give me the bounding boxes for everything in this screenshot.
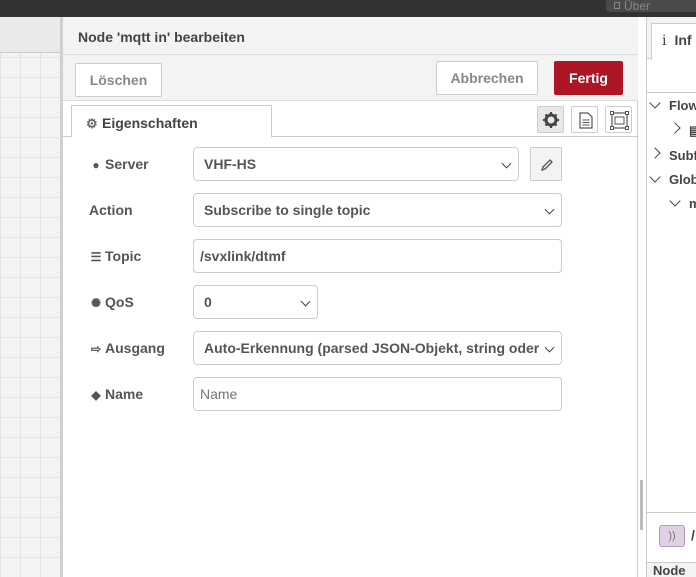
done-button[interactable]: Fertig [554,61,623,95]
sidebar-item-subflows[interactable]: Subf [649,147,696,163]
sidebar-tabs: i Inf [647,17,696,60]
sidebar-item-global-node[interactable]: m [669,195,696,211]
workspace-tab-bar [0,17,62,53]
mqtt-node-icon: )) [659,525,685,547]
info-sidebar: i Inf Flow ▤ Subf Glob m )) / Node [646,17,696,577]
pencil-icon [540,159,553,172]
chevron-down-icon [669,195,681,207]
node-preview-label: / [691,527,695,543]
chevron-down-icon [649,97,661,109]
edit-server-button[interactable] [530,147,562,181]
action-select[interactable]: Subscribe to single topic [193,193,562,227]
server-select[interactable]: VHF-HS [193,147,519,181]
chevron-down-icon [501,158,512,169]
tab-appearance-icon[interactable] [605,106,632,133]
name-row: ◆ Name [89,377,569,411]
header-button[interactable]: Über [606,0,696,12]
sidebar-item-global[interactable]: Glob [649,171,696,187]
sidebar-item-flows[interactable]: Flow [649,97,696,113]
cancel-button[interactable]: Abbrechen [436,61,538,95]
tab-info[interactable]: i Inf [651,23,696,60]
action-row: Action Subscribe to single topic [89,193,569,227]
tab-properties-label: Eigenschaften [102,115,198,131]
tab-properties[interactable]: ⚙ Eigenschaften [71,105,272,138]
chevron-down-icon [649,171,661,183]
editor-tabs: ⚙ Eigenschaften [63,101,638,138]
gear-icon: ⚙ [86,116,98,131]
name-label: ◆ Name [89,386,143,402]
object-group-icon [610,111,629,130]
sidebar-resize-handle[interactable] [640,480,643,530]
qos-row: ✺ QoS 0 [89,285,569,319]
output-row: ⇨ Ausgang Auto-Erkennung (parsed JSON-Obj… [89,331,569,365]
tab-settings-icon[interactable] [537,106,564,133]
tasks-icon: ☰ [90,250,102,264]
sidebar-footer: Node [647,562,696,577]
output-label: ⇨ Ausgang [90,340,165,356]
chevron-down-icon [544,342,555,353]
server-row: ● Server VHF-HS [89,147,569,181]
chevron-right-icon [649,147,661,159]
info-icon: i [662,33,667,49]
chevron-down-icon [300,296,311,307]
sidebar-node-preview: )) / [647,512,696,562]
window-icon [614,2,620,9]
tab-description-icon[interactable] [571,106,598,133]
topic-row: ☰ Topic /svxlink/dtmf [89,239,569,273]
globe-icon: ● [92,158,100,172]
tray-toolbar: Löschen Abbrechen Fertig [63,55,638,101]
qos-select[interactable]: 0 [193,285,318,319]
sign-out-icon: ⇨ [90,342,102,356]
sidebar-search-bar [647,59,696,93]
empire-icon: ✺ [90,296,102,310]
edit-tray: Node 'mqtt in' bearbeiten Löschen Abbrec… [63,17,638,577]
flow-icon: ▤ [689,123,696,138]
tray-title: Node 'mqtt in' bearbeiten [63,17,638,55]
header-button-label: Über [624,0,651,12]
output-select[interactable]: Auto-Erkennung (parsed JSON-Objekt, stri… [193,331,562,365]
delete-button[interactable]: Löschen [75,63,162,97]
top-header: Über [0,0,696,17]
name-input[interactable] [193,377,562,411]
qos-label: ✺ QoS [90,294,134,310]
chevron-right-icon [669,122,681,134]
topic-input[interactable]: /svxlink/dtmf [193,239,562,273]
sidebar-item-flow-entry[interactable]: ▤ [669,122,696,139]
properties-form: ● Server VHF-HS Action Subscribe to singl… [63,137,638,577]
topic-label: ☰ Topic [90,248,142,264]
file-text-icon [579,112,593,129]
cog-icon [543,112,559,128]
chevron-down-icon [544,204,555,215]
server-label: ● Server [89,156,148,172]
action-label: Action [89,202,133,218]
tag-icon: ◆ [91,388,101,402]
workspace-canvas[interactable] [0,17,62,577]
